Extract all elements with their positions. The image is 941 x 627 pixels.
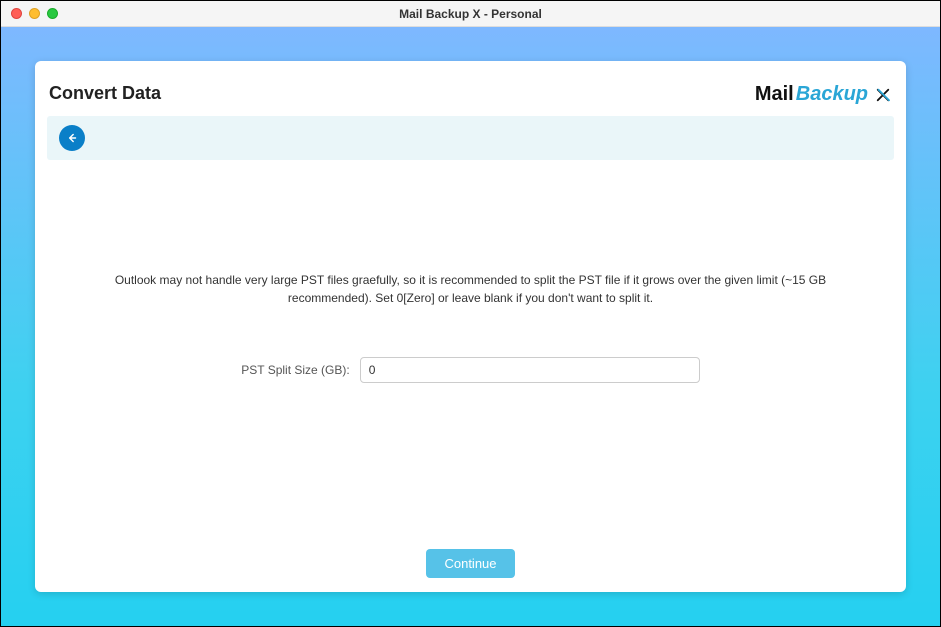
window-close-button[interactable] (11, 8, 22, 19)
continue-button[interactable]: Continue (426, 549, 514, 578)
arrow-left-icon (65, 131, 79, 145)
window-traffic-lights (1, 8, 58, 19)
navigation-bar (47, 116, 894, 160)
pst-split-row: PST Split Size (GB): (241, 357, 699, 383)
main-body: Convert Data Mail Backup Outlook (1, 27, 940, 626)
pst-split-input[interactable] (360, 357, 700, 383)
footer: Continue (47, 543, 894, 578)
logo-x-icon (874, 86, 892, 104)
back-button[interactable] (59, 125, 85, 151)
page-title: Convert Data (49, 83, 161, 104)
card-header: Convert Data Mail Backup (47, 75, 894, 116)
pst-split-description: Outlook may not handle very large PST fi… (107, 271, 834, 307)
logo-mail-text: Mail (755, 83, 794, 106)
window-maximize-button[interactable] (47, 8, 58, 19)
logo-backup-text: Backup (796, 83, 868, 106)
window-minimize-button[interactable] (29, 8, 40, 19)
content-card: Convert Data Mail Backup Outlook (35, 61, 906, 592)
app-logo: Mail Backup (755, 83, 892, 106)
window-title-bar: Mail Backup X - Personal (1, 1, 940, 27)
content-area: Outlook may not handle very large PST fi… (47, 170, 894, 543)
window-title: Mail Backup X - Personal (1, 7, 940, 21)
pst-split-label: PST Split Size (GB): (241, 363, 349, 377)
